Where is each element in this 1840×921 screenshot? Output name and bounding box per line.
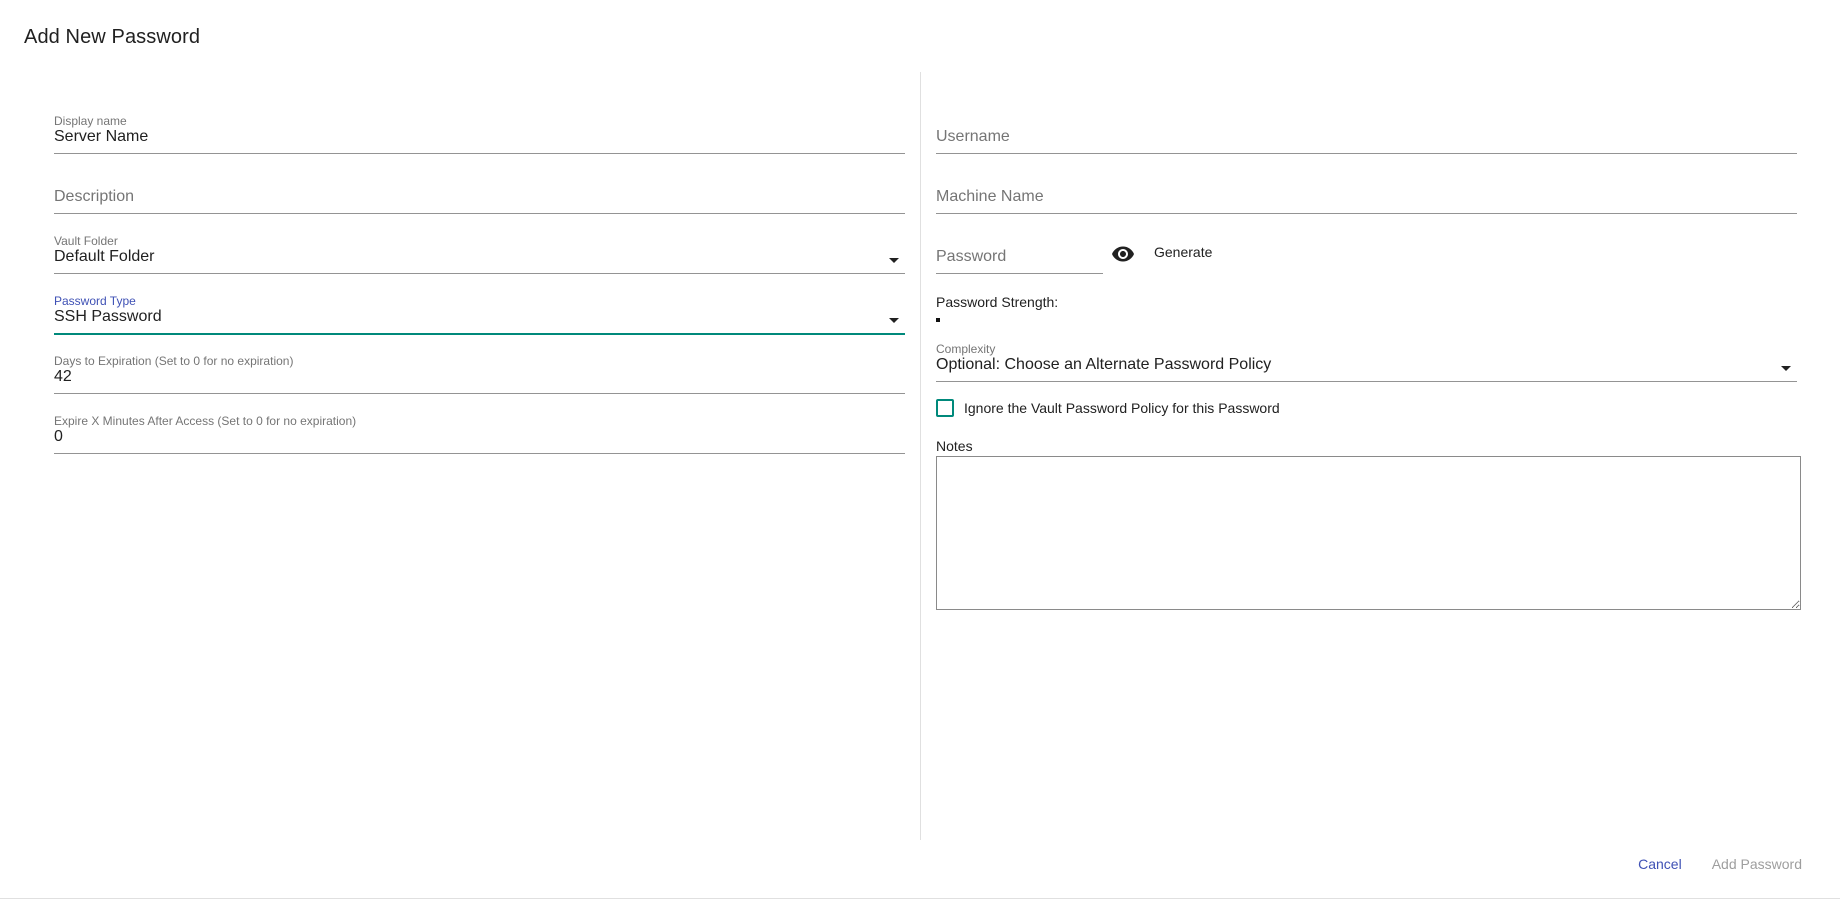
generate-button[interactable]: Generate xyxy=(1148,242,1218,262)
password-strength-label: Password Strength: xyxy=(936,294,1059,310)
dropdown-arrow-icon[interactable] xyxy=(1781,366,1791,371)
expire-minutes-underline xyxy=(54,453,905,454)
vault-folder-underline xyxy=(54,273,905,274)
eye-icon[interactable] xyxy=(1111,242,1135,266)
password-strength-bar xyxy=(936,318,940,322)
ignore-policy-checkbox[interactable] xyxy=(936,399,954,417)
machine-name-placeholder[interactable]: Machine Name xyxy=(936,188,1044,206)
ignore-policy-label[interactable]: Ignore the Vault Password Policy for thi… xyxy=(964,400,1280,416)
column-divider xyxy=(920,72,921,840)
complexity-underline xyxy=(936,381,1797,382)
cancel-button[interactable]: Cancel xyxy=(1630,856,1690,872)
vault-folder-select[interactable]: Vault Folder Default Folder xyxy=(54,234,905,274)
complexity-value[interactable]: Optional: Choose an Alternate Password P… xyxy=(936,356,1271,374)
machine-name-field[interactable]: Machine Name xyxy=(936,174,1797,214)
days-to-expiration-underline xyxy=(54,393,905,394)
expire-minutes-value[interactable]: 0 xyxy=(54,428,63,446)
days-to-expiration-field[interactable]: Days to Expiration (Set to 0 for no expi… xyxy=(54,354,905,394)
notes-textarea[interactable] xyxy=(936,456,1801,610)
description-field[interactable]: Description xyxy=(54,174,905,214)
complexity-select[interactable]: Complexity Optional: Choose an Alternate… xyxy=(936,342,1797,382)
dialog-title: Add New Password xyxy=(24,26,201,48)
username-field[interactable]: Username xyxy=(936,114,1797,154)
description-placeholder[interactable]: Description xyxy=(54,188,134,206)
display-name-value[interactable]: Server Name xyxy=(54,128,148,146)
dialog-actions: Cancel Add Password xyxy=(1616,856,1810,872)
password-type-value[interactable]: SSH Password xyxy=(54,308,162,326)
dropdown-arrow-icon[interactable] xyxy=(889,318,899,323)
add-password-button[interactable]: Add Password xyxy=(1704,856,1810,872)
password-field[interactable]: Password xyxy=(936,234,1103,274)
add-password-dialog: Add New Password Display name Server Nam… xyxy=(0,0,1840,899)
days-to-expiration-value[interactable]: 42 xyxy=(54,368,72,386)
password-type-label: Password Type xyxy=(54,294,136,308)
days-to-expiration-label: Days to Expiration (Set to 0 for no expi… xyxy=(54,354,294,368)
description-underline xyxy=(54,213,905,214)
ignore-policy-row[interactable]: Ignore the Vault Password Policy for thi… xyxy=(936,398,1280,418)
username-placeholder[interactable]: Username xyxy=(936,128,1010,146)
machine-name-underline xyxy=(936,213,1797,214)
password-type-underline xyxy=(54,333,905,335)
password-placeholder[interactable]: Password xyxy=(936,248,1006,266)
display-name-underline xyxy=(54,153,905,154)
notes-label: Notes xyxy=(936,438,973,454)
display-name-field[interactable]: Display name Server Name xyxy=(54,114,905,154)
expire-minutes-label: Expire X Minutes After Access (Set to 0 … xyxy=(54,414,357,428)
dropdown-arrow-icon[interactable] xyxy=(889,258,899,263)
vault-folder-label: Vault Folder xyxy=(54,234,118,248)
username-underline xyxy=(936,153,1797,154)
vault-folder-value[interactable]: Default Folder xyxy=(54,248,155,266)
password-type-select[interactable]: Password Type SSH Password xyxy=(54,294,905,335)
expire-minutes-field[interactable]: Expire X Minutes After Access (Set to 0 … xyxy=(54,414,905,454)
complexity-label: Complexity xyxy=(936,342,996,356)
display-name-label: Display name xyxy=(54,114,127,128)
password-underline xyxy=(936,273,1103,274)
